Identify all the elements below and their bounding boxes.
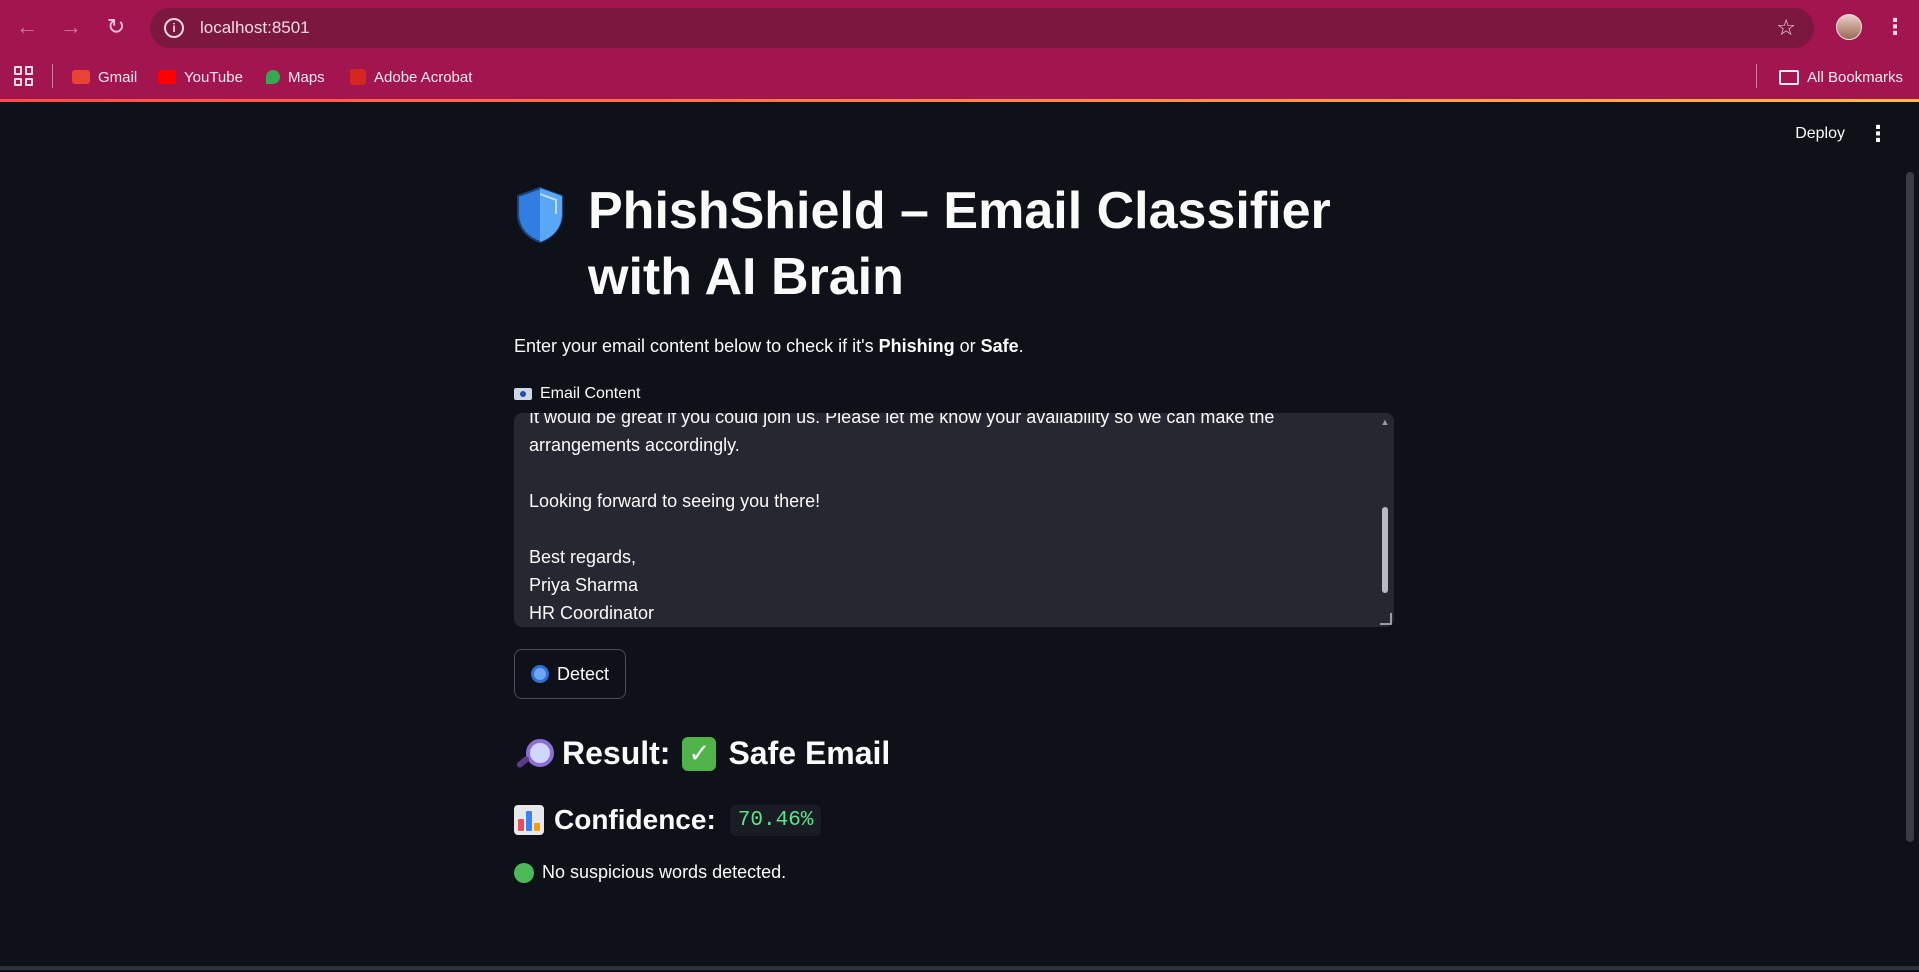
bookmark-label: Gmail — [98, 68, 138, 86]
reload-icon[interactable]: ↻ — [101, 12, 131, 42]
scroll-up-icon[interactable]: ▲ — [1380, 417, 1390, 427]
email-content-textarea[interactable]: It would be great if you could join us. … — [514, 413, 1394, 627]
bookmark-label: Adobe Acrobat — [374, 68, 473, 86]
status-note-text: No suspicious words detected. — [542, 862, 787, 882]
bottom-edge — [0, 966, 1919, 970]
bookmark-gmail[interactable]: Gmail — [72, 64, 137, 90]
acrobat-icon — [350, 69, 366, 85]
bar-chart-icon — [514, 805, 544, 835]
profile-avatar[interactable] — [1836, 14, 1862, 40]
intro-text: Enter your email content below to check … — [514, 336, 1394, 357]
confidence-label: Confidence: — [554, 804, 716, 835]
app-top-decoration — [0, 99, 1919, 102]
browser-menu-icon[interactable]: ⋮ — [1884, 13, 1906, 41]
intro-suffix: . — [1018, 336, 1024, 356]
intro-safe: Safe — [980, 336, 1019, 356]
url-text[interactable]: localhost:8501 — [200, 18, 310, 38]
magnifier-icon — [531, 665, 549, 683]
browser-chrome: ← → ↻ i localhost:8501 ☆ ⋮ Gmail YouTube… — [0, 0, 1919, 100]
bookmark-label: Maps — [288, 68, 325, 86]
check-mark-icon: ✓ — [682, 736, 717, 771]
bookmarks-divider — [52, 64, 53, 88]
email-content-label: Email Content — [514, 385, 1394, 403]
result-heading: Result: ✓ Safe Email — [514, 735, 1394, 772]
intro-or: or — [954, 336, 981, 356]
email-content-value[interactable]: It would be great if you could join us. … — [529, 413, 1359, 627]
bookmark-label: YouTube — [184, 68, 243, 86]
deploy-button[interactable]: Deploy — [1795, 125, 1845, 143]
back-icon[interactable]: ← — [12, 12, 42, 42]
bookmark-star-icon[interactable]: ☆ — [1776, 15, 1796, 41]
bookmark-adobe-acrobat[interactable]: Adobe Acrobat — [350, 64, 472, 90]
gmail-icon — [72, 70, 90, 84]
maps-icon — [266, 70, 280, 84]
forward-icon[interactable]: → — [56, 12, 86, 42]
page-scrollbar[interactable] — [1906, 172, 1914, 842]
detect-button[interactable]: Detect — [514, 649, 627, 699]
all-bookmarks[interactable]: All Bookmarks — [1779, 64, 1903, 90]
all-bookmarks-label: All Bookmarks — [1807, 68, 1903, 86]
bookmark-maps[interactable]: Maps — [266, 64, 325, 90]
site-info-icon[interactable]: i — [164, 18, 184, 38]
result-value: Safe Email — [728, 735, 891, 771]
folder-icon — [1779, 69, 1800, 85]
textarea-scrollbar[interactable]: ▲ — [1380, 417, 1390, 623]
intro-prefix: Enter your email content below to check … — [514, 336, 879, 356]
browser-toolbar: ← → ↻ i localhost:8501 ☆ ⋮ — [0, 0, 1919, 54]
status-note: No suspicious words detected. — [514, 862, 1394, 883]
youtube-icon — [158, 70, 176, 84]
app-menu-icon[interactable]: ⋮ — [1867, 123, 1889, 145]
magnifying-glass-icon — [514, 737, 554, 771]
app-header: Deploy ⋮ — [1795, 123, 1889, 145]
bookmark-youtube[interactable]: YouTube — [158, 64, 243, 90]
email-icon — [514, 388, 532, 400]
bookmarks-bar: Gmail YouTube Maps Adobe Acrobat All Boo… — [0, 54, 1919, 100]
resize-handle-icon[interactable] — [1380, 613, 1392, 625]
address-bar[interactable]: i localhost:8501 ☆ — [150, 8, 1814, 48]
bookmarks-divider — [1756, 64, 1757, 88]
textarea-scroll-thumb[interactable] — [1382, 507, 1388, 593]
page-title: PhishShield – Email Classifier with AI B… — [514, 178, 1394, 310]
intro-phishing: Phishing — [878, 336, 955, 356]
shield-icon — [517, 186, 563, 244]
email-content-label-text: Email Content — [540, 385, 641, 402]
apps-grid-icon[interactable] — [14, 66, 34, 86]
green-circle-icon — [514, 862, 534, 883]
detect-label: Detect — [557, 663, 610, 684]
confidence-value: 70.46% — [729, 804, 822, 836]
main-content: PhishShield – Email Classifier with AI B… — [514, 178, 1394, 883]
page-title-text: PhishShield – Email Classifier with AI B… — [588, 182, 1331, 306]
confidence-heading: Confidence: 70.46% — [514, 804, 1394, 836]
result-label: Result: — [562, 735, 671, 771]
